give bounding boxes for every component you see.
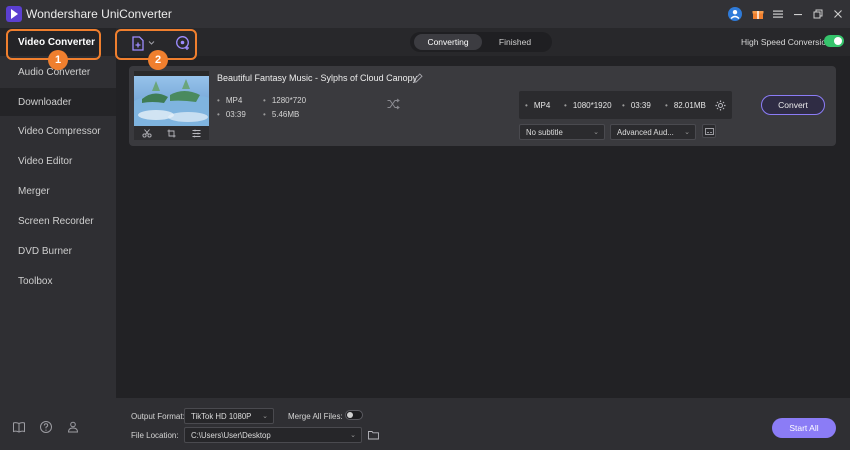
close-icon — [834, 10, 842, 18]
user-icon — [728, 7, 742, 21]
app-window: Wondershare UniConverter Video Converter… — [0, 0, 850, 450]
app-logo-icon — [6, 6, 22, 22]
sidebar-item-dvd-burner[interactable]: DVD Burner — [0, 237, 116, 265]
status-tabs: Converting Finished — [410, 32, 552, 52]
thumbnail-tools — [134, 126, 209, 140]
minimize-icon — [794, 14, 802, 16]
thumbnail-image — [134, 71, 209, 126]
video-thumbnail[interactable] — [134, 71, 209, 126]
audio-dropdown[interactable]: Advanced Aud... ⌄ — [610, 124, 696, 140]
output-format-label: Output Format: — [131, 412, 185, 421]
source-size: 5.46MB — [263, 110, 300, 119]
book-icon[interactable] — [12, 420, 26, 434]
sidebar-item-downloader[interactable]: Downloader — [0, 88, 116, 116]
output-format-dropdown[interactable]: TikTok HD 1080P ⌄ — [184, 408, 274, 424]
sidebar-item-label: Merger — [18, 185, 50, 197]
users-icon[interactable] — [66, 420, 80, 434]
target-duration: 03:39 — [622, 101, 651, 110]
sidebar-item-label: Screen Recorder — [18, 215, 94, 227]
tab-converting-label: Converting — [427, 37, 469, 47]
subtitle-dropdown[interactable]: No subtitle ⌄ — [519, 124, 605, 140]
effects-icon[interactable] — [192, 129, 201, 138]
toolbar: Converting Finished High Speed Conversio… — [116, 28, 850, 56]
file-title: Beautiful Fantasy Music - Sylphs of Clou… — [217, 73, 418, 83]
high-speed-toggle[interactable] — [824, 35, 844, 47]
subtitle-edit-button[interactable] — [702, 124, 716, 138]
convert-label: Convert — [778, 100, 808, 110]
menu-button[interactable] — [770, 6, 786, 22]
step-badge-1: 1 — [48, 50, 68, 70]
file-location-label: File Location: — [131, 431, 179, 440]
close-button[interactable] — [830, 6, 846, 22]
sidebar-item-label: Video Compressor — [18, 125, 101, 137]
audio-value: Advanced Aud... — [617, 127, 674, 137]
sidebar-item-label: Toolbox — [18, 275, 53, 287]
sidebar-item-toolbox[interactable]: Toolbox — [0, 267, 116, 295]
sidebar-item-label: Downloader — [18, 96, 72, 108]
maximize-button[interactable] — [810, 6, 826, 22]
sidebar-item-video-editor[interactable]: Video Editor — [0, 147, 116, 175]
subtitle-icon — [704, 127, 714, 135]
merge-toggle[interactable] — [345, 410, 363, 420]
file-location-value: C:\Users\User\Desktop — [191, 430, 271, 440]
target-resolution: 1080*1920 — [564, 101, 612, 110]
title-bar: Wondershare UniConverter — [0, 0, 850, 28]
source-resolution: 1280*720 — [263, 96, 306, 105]
edit-icon[interactable] — [413, 73, 423, 83]
subtitle-value: No subtitle — [526, 127, 563, 137]
sidebar-footer — [12, 420, 80, 434]
target-format: MP4 — [525, 101, 550, 110]
tab-converting[interactable]: Converting — [414, 34, 482, 50]
conversion-list: Beautiful Fantasy Music - Sylphs of Clou… — [116, 56, 850, 398]
source-duration: 03:39 — [217, 110, 246, 119]
gift-button[interactable] — [750, 6, 766, 22]
tab-finished[interactable]: Finished — [482, 34, 548, 50]
hamburger-icon — [773, 10, 783, 18]
file-location-dropdown[interactable]: C:\Users\User\Desktop ⌄ — [184, 427, 362, 443]
gift-icon — [752, 11, 764, 19]
sidebar-item-video-compressor[interactable]: Video Compressor — [0, 117, 116, 145]
help-icon[interactable] — [39, 420, 53, 434]
minimize-button[interactable] — [790, 6, 806, 22]
start-all-button[interactable]: Start All — [772, 418, 836, 438]
gear-icon[interactable] — [715, 100, 726, 111]
folder-icon[interactable] — [368, 430, 379, 440]
step-badge-2: 2 — [148, 50, 168, 70]
bottom-bar: Output Format: TikTok HD 1080P ⌄ Merge A… — [116, 398, 850, 450]
crop-icon[interactable] — [167, 129, 176, 138]
sidebar-item-label: Video Editor — [18, 155, 73, 167]
tab-finished-label: Finished — [498, 37, 532, 47]
chevron-down-icon: ⌄ — [262, 413, 268, 420]
shuffle-icon — [387, 98, 400, 110]
chevron-down-icon: ⌄ — [593, 129, 599, 136]
sidebar-item-screen-recorder[interactable]: Screen Recorder — [0, 207, 116, 235]
target-settings[interactable]: MP4 1080*1920 03:39 82.01MB — [519, 91, 732, 119]
sidebar-item-label: DVD Burner — [18, 245, 72, 257]
account-button[interactable] — [727, 6, 743, 22]
sidebar: Video Converter Audio Converter Download… — [0, 28, 116, 450]
merge-label: Merge All Files: — [288, 412, 343, 421]
file-item: Beautiful Fantasy Music - Sylphs of Clou… — [129, 66, 836, 146]
convert-button[interactable]: Convert — [761, 95, 825, 115]
target-size: 82.01MB — [665, 101, 706, 110]
output-format-value: TikTok HD 1080P — [191, 411, 252, 421]
restore-icon — [813, 9, 823, 19]
sidebar-item-merger[interactable]: Merger — [0, 177, 116, 205]
chevron-down-icon: ⌄ — [350, 432, 356, 439]
scissors-icon[interactable] — [142, 128, 152, 138]
source-format: MP4 — [217, 96, 242, 105]
app-title: Wondershare UniConverter — [26, 7, 172, 21]
high-speed-label: High Speed Conversion — [741, 37, 831, 47]
start-all-label: Start All — [789, 423, 819, 433]
chevron-down-icon: ⌄ — [684, 129, 690, 136]
